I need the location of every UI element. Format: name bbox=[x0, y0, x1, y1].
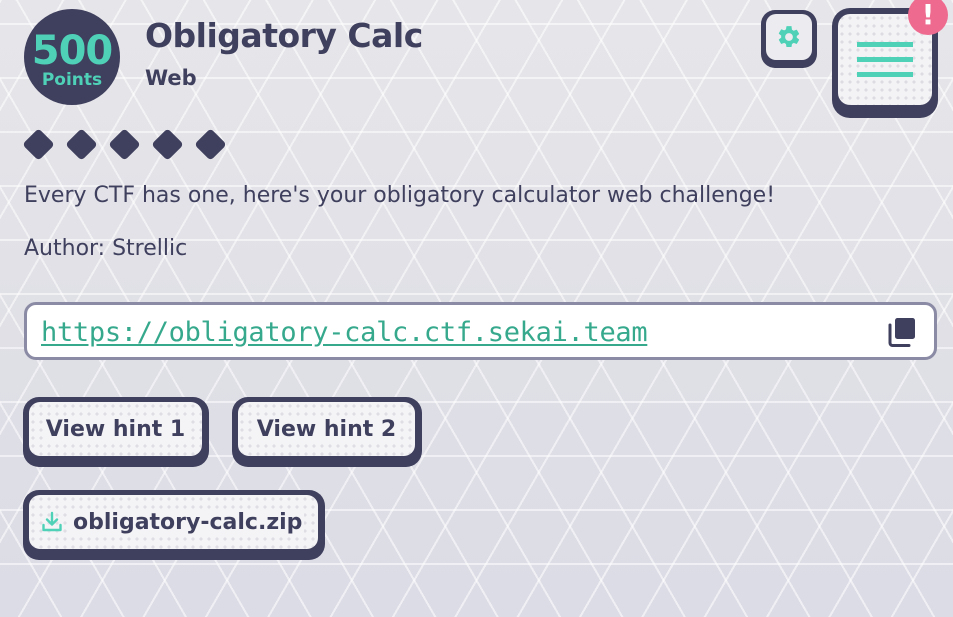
challenge-category: Web bbox=[145, 66, 197, 90]
points-badge: 500 Points bbox=[24, 9, 120, 105]
points-label: Points bbox=[37, 71, 107, 89]
settings-button[interactable] bbox=[761, 10, 817, 68]
copy-icon[interactable] bbox=[888, 317, 916, 347]
diamond-icon bbox=[22, 128, 55, 161]
challenge-title: Obligatory Calc bbox=[145, 16, 423, 55]
challenge-author: Author: Strellic bbox=[24, 236, 188, 261]
diamond-icon bbox=[194, 128, 227, 161]
download-file-button[interactable]: obligatory-calc.zip bbox=[23, 490, 325, 560]
gear-icon bbox=[778, 26, 800, 48]
diamond-icon bbox=[65, 128, 98, 161]
download-icon bbox=[42, 511, 62, 532]
diamond-icon bbox=[151, 128, 184, 161]
difficulty-rating bbox=[22, 128, 227, 161]
view-hint-2-button[interactable]: View hint 2 bbox=[232, 397, 422, 467]
view-hint-1-button[interactable]: View hint 1 bbox=[23, 397, 209, 467]
challenge-description: Every CTF has one, here's your obligator… bbox=[24, 183, 776, 208]
challenge-url-link[interactable]: https://obligatory-calc.ctf.sekai.team bbox=[41, 317, 648, 348]
download-file-label: obligatory-calc.zip bbox=[71, 509, 305, 535]
view-hint-2-label: View hint 2 bbox=[254, 416, 399, 442]
challenge-url-box: https://obligatory-calc.ctf.sekai.team bbox=[24, 302, 937, 360]
menu-icon bbox=[857, 41, 913, 77]
view-hint-1-label: View hint 1 bbox=[43, 416, 188, 442]
alert-badge: ! bbox=[908, 0, 948, 35]
points-value: 500 bbox=[31, 28, 113, 74]
diamond-icon bbox=[108, 128, 141, 161]
